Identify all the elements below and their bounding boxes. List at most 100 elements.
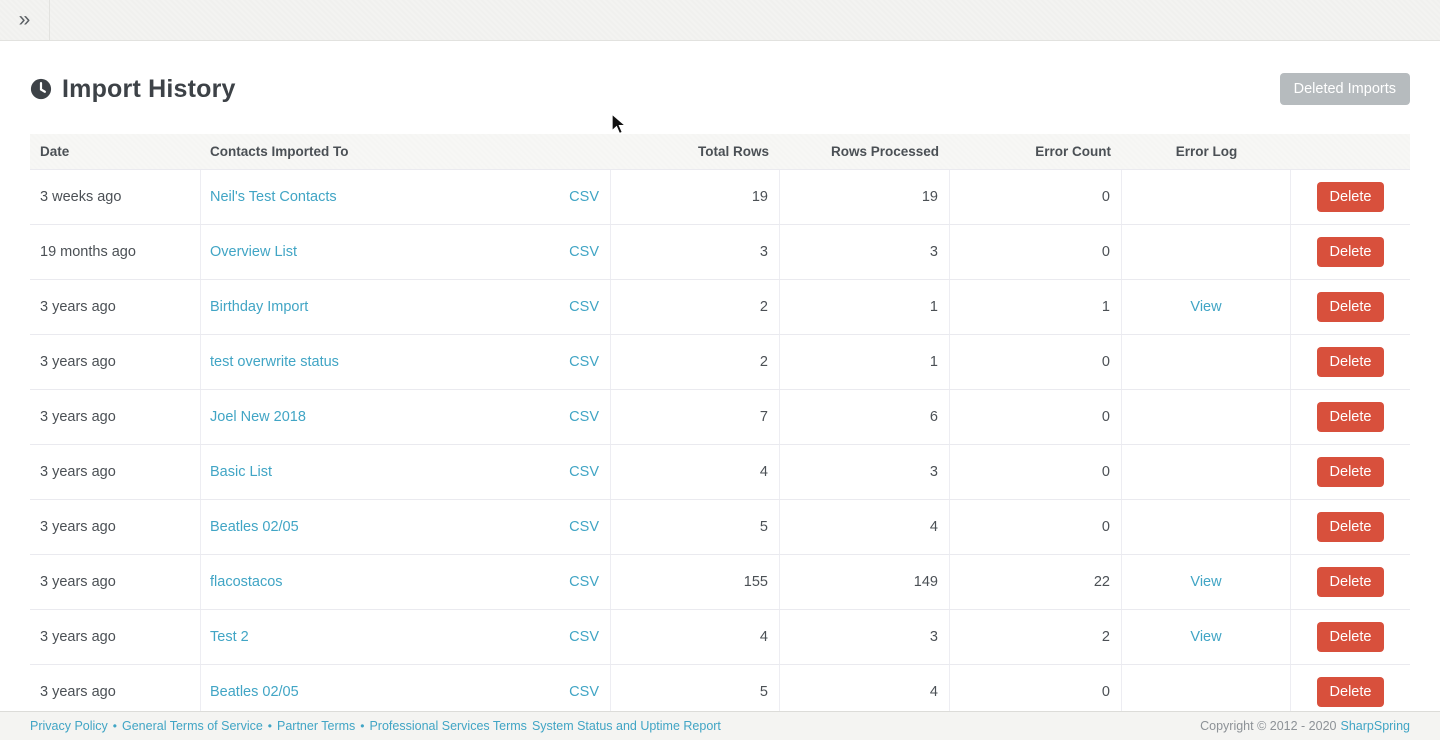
csv-download-link[interactable]: CSV [569,409,599,425]
total-rows-cell: 2 [611,335,780,389]
contact-list-link[interactable]: Neil's Test Contacts [210,189,337,205]
footer-link[interactable]: General Terms of Service [122,719,263,733]
page-title: Import History [62,74,236,103]
import-date: 3 years ago [30,390,201,444]
csv-download-link[interactable]: CSV [569,244,599,260]
table-row: 3 years ago Beatles 02/05 CSV 5 4 0 Dele… [30,500,1410,555]
import-date: 3 years ago [30,335,201,389]
table-row: 3 years ago Basic List CSV 4 3 0 Delete [30,445,1410,500]
csv-download-link[interactable]: CSV [569,519,599,535]
csv-download-link[interactable]: CSV [569,684,599,700]
import-date: 3 years ago [30,280,201,334]
csv-download-link[interactable]: CSV [569,464,599,480]
delete-cell: Delete [1291,280,1410,334]
delete-button[interactable]: Delete [1316,567,1385,597]
deleted-imports-button[interactable]: Deleted Imports [1279,73,1410,105]
delete-button[interactable]: Delete [1316,512,1385,542]
table-body: 3 weeks ago Neil's Test Contacts CSV 19 … [30,170,1410,720]
delete-cell: Delete [1291,170,1410,224]
footer-link[interactable]: Partner Terms [277,719,355,733]
delete-cell: Delete [1291,610,1410,664]
table-row: 3 years ago flacostacos CSV 155 149 22 V… [30,555,1410,610]
view-error-log-link[interactable]: View [1190,629,1221,645]
error-log-cell [1122,225,1291,279]
contacts-imported-cell: Test 2 CSV [201,610,611,664]
contacts-imported-cell: Basic List CSV [201,445,611,499]
table-row: 3 years ago Birthday Import CSV 2 1 1 Vi… [30,280,1410,335]
rows-processed-cell: 6 [780,390,950,444]
contacts-imported-cell: test overwrite status CSV [201,335,611,389]
import-date: 3 years ago [30,445,201,499]
csv-download-link[interactable]: CSV [569,574,599,590]
page-header: Import History Deleted Imports [30,73,1410,105]
contact-list-link[interactable]: Birthday Import [210,299,308,315]
header-error-count: Error Count [1035,144,1111,159]
total-rows-cell: 7 [611,390,780,444]
header-actions [1291,134,1410,169]
contact-list-link[interactable]: Basic List [210,464,272,480]
view-error-log-link[interactable]: View [1190,574,1221,590]
contact-list-link[interactable]: test overwrite status [210,354,339,370]
total-rows-cell: 5 [611,500,780,554]
delete-button[interactable]: Delete [1316,347,1385,377]
footer-link[interactable]: Privacy Policy [30,719,108,733]
contacts-imported-cell: Joel New 2018 CSV [201,390,611,444]
rows-processed-cell: 1 [780,335,950,389]
contact-list-link[interactable]: Joel New 2018 [210,409,306,425]
total-rows-cell: 3 [611,225,780,279]
delete-cell: Delete [1291,500,1410,554]
csv-download-link[interactable]: CSV [569,189,599,205]
error-count-cell: 0 [950,445,1122,499]
header-contacts: Contacts Imported To [210,144,349,159]
rows-processed-cell: 3 [780,445,950,499]
csv-download-link[interactable]: CSV [569,629,599,645]
view-error-log-link[interactable]: View [1190,299,1221,315]
table-row: 3 years ago Test 2 CSV 4 3 2 View Delete [30,610,1410,665]
table-row: 3 weeks ago Neil's Test Contacts CSV 19 … [30,170,1410,225]
contact-list-link[interactable]: flacostacos [210,574,283,590]
delete-button[interactable]: Delete [1316,677,1385,707]
error-log-cell: View [1122,610,1291,664]
delete-button[interactable]: Delete [1316,292,1385,322]
error-count-cell: 22 [950,555,1122,609]
delete-button[interactable]: Delete [1316,182,1385,212]
rows-processed-cell: 149 [780,555,950,609]
table-header-row: Date Contacts Imported To Total Rows Row… [30,134,1410,170]
header-date: Date [40,144,70,159]
error-count-cell: 1 [950,280,1122,334]
delete-button[interactable]: Delete [1316,237,1385,267]
copyright-text: Copyright © 2012 - 2020 SharpSpring [1200,719,1410,733]
clock-icon [30,78,52,100]
error-count-cell: 2 [950,610,1122,664]
delete-button[interactable]: Delete [1316,457,1385,487]
csv-download-link[interactable]: CSV [569,299,599,315]
contact-list-link[interactable]: Beatles 02/05 [210,684,299,700]
contact-list-link[interactable]: Test 2 [210,629,249,645]
footer-link[interactable]: Professional Services Terms [369,719,526,733]
error-log-cell: View [1122,555,1291,609]
csv-download-link[interactable]: CSV [569,354,599,370]
contact-list-link[interactable]: Beatles 02/05 [210,519,299,535]
contact-list-link[interactable]: Overview List [210,244,297,260]
footer-links: Privacy Policy • General Terms of Service •… [30,719,721,733]
error-count-cell: 0 [950,500,1122,554]
error-log-cell [1122,335,1291,389]
error-count-cell: 0 [950,225,1122,279]
delete-button[interactable]: Delete [1316,402,1385,432]
table-row: 19 months ago Overview List CSV 3 3 0 De… [30,225,1410,280]
delete-cell: Delete [1291,335,1410,389]
import-history-table: Date Contacts Imported To Total Rows Row… [30,134,1410,720]
error-log-cell: View [1122,280,1291,334]
import-date: 3 weeks ago [30,170,201,224]
total-rows-cell: 155 [611,555,780,609]
rows-processed-cell: 19 [780,170,950,224]
import-date: 3 years ago [30,500,201,554]
contacts-imported-cell: Birthday Import CSV [201,280,611,334]
sharpspring-link[interactable]: SharpSpring [1341,719,1411,733]
table-row: 3 years ago test overwrite status CSV 2 … [30,335,1410,390]
footer-link[interactable]: System Status and Uptime Report [532,719,721,733]
sidebar-expand-button[interactable]: » [0,0,50,40]
header-rows-processed: Rows Processed [830,144,939,159]
footer-separator: • [360,719,365,733]
delete-button[interactable]: Delete [1316,622,1385,652]
